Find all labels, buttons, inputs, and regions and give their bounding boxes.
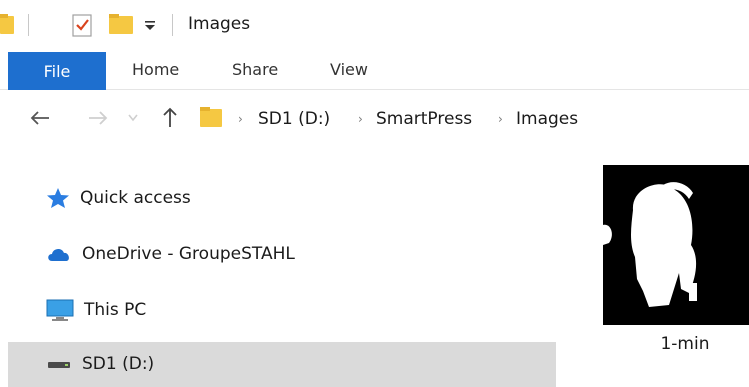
new-folder-icon[interactable] xyxy=(108,12,134,36)
chevron-right-icon[interactable]: › xyxy=(358,112,363,126)
nav-item-label: SD1 (D:) xyxy=(82,354,155,374)
monitor-icon xyxy=(46,299,74,321)
address-folder-icon xyxy=(200,107,222,127)
nav-item-label: This PC xyxy=(84,300,147,320)
chevron-right-icon[interactable]: › xyxy=(498,112,503,126)
file-name[interactable]: 1-min xyxy=(630,334,740,354)
breadcrumb-images[interactable]: Images xyxy=(516,109,578,129)
tab-home[interactable]: Home xyxy=(132,60,179,79)
nav-item-label: Quick access xyxy=(80,188,191,208)
image-preview-icon xyxy=(603,165,749,325)
properties-icon[interactable] xyxy=(70,12,94,38)
star-icon xyxy=(47,188,69,208)
tab-file[interactable]: File xyxy=(8,52,106,90)
nav-item-onedrive[interactable]: OneDrive - GroupeSTAHL xyxy=(46,234,295,274)
title-bar: Images xyxy=(0,0,749,44)
recent-locations-icon[interactable] xyxy=(128,114,138,122)
nav-item-quick-access[interactable]: Quick access xyxy=(46,178,191,218)
forward-arrow-icon[interactable] xyxy=(88,110,108,126)
customize-toolbar-icon[interactable] xyxy=(144,20,156,32)
nav-item-this-pc[interactable]: This PC xyxy=(46,290,146,330)
tab-share[interactable]: Share xyxy=(232,60,278,79)
address-bar: › SD1 (D:) › SmartPress › Images xyxy=(0,92,749,146)
chevron-right-icon[interactable]: › xyxy=(238,112,243,126)
breadcrumb-sd1[interactable]: SD1 (D:) xyxy=(258,109,330,129)
ribbon: File Home Share View xyxy=(0,48,749,90)
window-title: Images xyxy=(188,14,251,34)
nav-item-sd1[interactable]: SD1 (D:) xyxy=(46,344,154,384)
drive-icon xyxy=(48,362,70,368)
folder-icon[interactable] xyxy=(0,12,16,36)
breadcrumb-smartpress[interactable]: SmartPress xyxy=(376,109,472,129)
cloud-icon xyxy=(48,248,69,261)
tab-view[interactable]: View xyxy=(330,60,368,79)
back-arrow-icon[interactable] xyxy=(30,110,50,126)
up-arrow-icon[interactable] xyxy=(162,106,178,128)
file-thumbnail[interactable] xyxy=(603,165,749,325)
nav-item-label: OneDrive - GroupeSTAHL xyxy=(82,244,295,264)
